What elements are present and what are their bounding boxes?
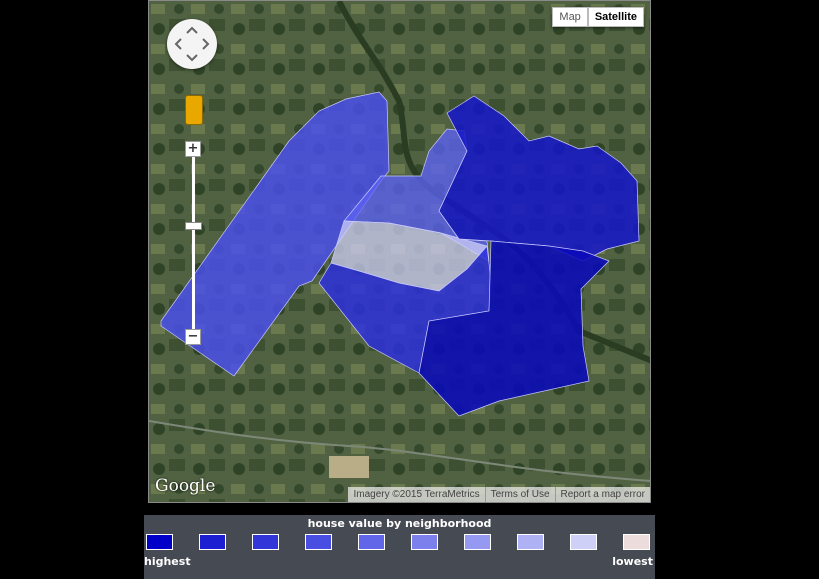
- map-type-control: Map Satellite: [552, 7, 644, 27]
- pan-control[interactable]: [167, 19, 217, 69]
- map-type-map-button[interactable]: Map: [552, 7, 588, 27]
- pan-arrows-icon: [174, 26, 210, 62]
- legend-lowest-label: lowest: [612, 555, 653, 568]
- legend-swatch: [252, 534, 279, 550]
- street-view-pegman-icon[interactable]: [185, 95, 203, 125]
- neighborhood-overlay: [160, 91, 640, 417]
- legend-highest-label: highest: [144, 555, 191, 568]
- map-view[interactable]: Map Satellite + − Google Imagery ©2015 T…: [148, 0, 651, 503]
- legend-swatch: [358, 534, 385, 550]
- legend-swatch: [517, 534, 544, 550]
- terms-of-use-link[interactable]: Terms of Use: [484, 487, 555, 502]
- zoom-slider-track[interactable]: [192, 151, 195, 336]
- legend-swatch: [146, 534, 173, 550]
- legend-swatch: [199, 534, 226, 550]
- legend-swatch: [464, 534, 491, 550]
- legend-swatch: [570, 534, 597, 550]
- zoom-in-button[interactable]: +: [185, 141, 201, 157]
- google-logo: Google: [155, 476, 216, 496]
- legend: house value by neighborhood highest lowe…: [144, 515, 655, 579]
- legend-swatch: [411, 534, 438, 550]
- legend-swatch: [623, 534, 650, 550]
- report-map-error-link[interactable]: Report a map error: [554, 487, 650, 502]
- map-attribution: Imagery ©2015 TerraMetrics Terms of Use …: [348, 487, 650, 502]
- imagery-credit: Imagery ©2015 TerraMetrics: [353, 489, 480, 500]
- legend-swatch: [305, 534, 332, 550]
- zoom-slider-thumb[interactable]: [185, 222, 202, 230]
- region-northeast[interactable]: [438, 95, 640, 262]
- map-type-satellite-button[interactable]: Satellite: [587, 7, 644, 27]
- legend-title: house value by neighborhood: [307, 517, 492, 530]
- legend-swatches: [146, 534, 651, 550]
- zoom-out-button[interactable]: −: [185, 329, 201, 345]
